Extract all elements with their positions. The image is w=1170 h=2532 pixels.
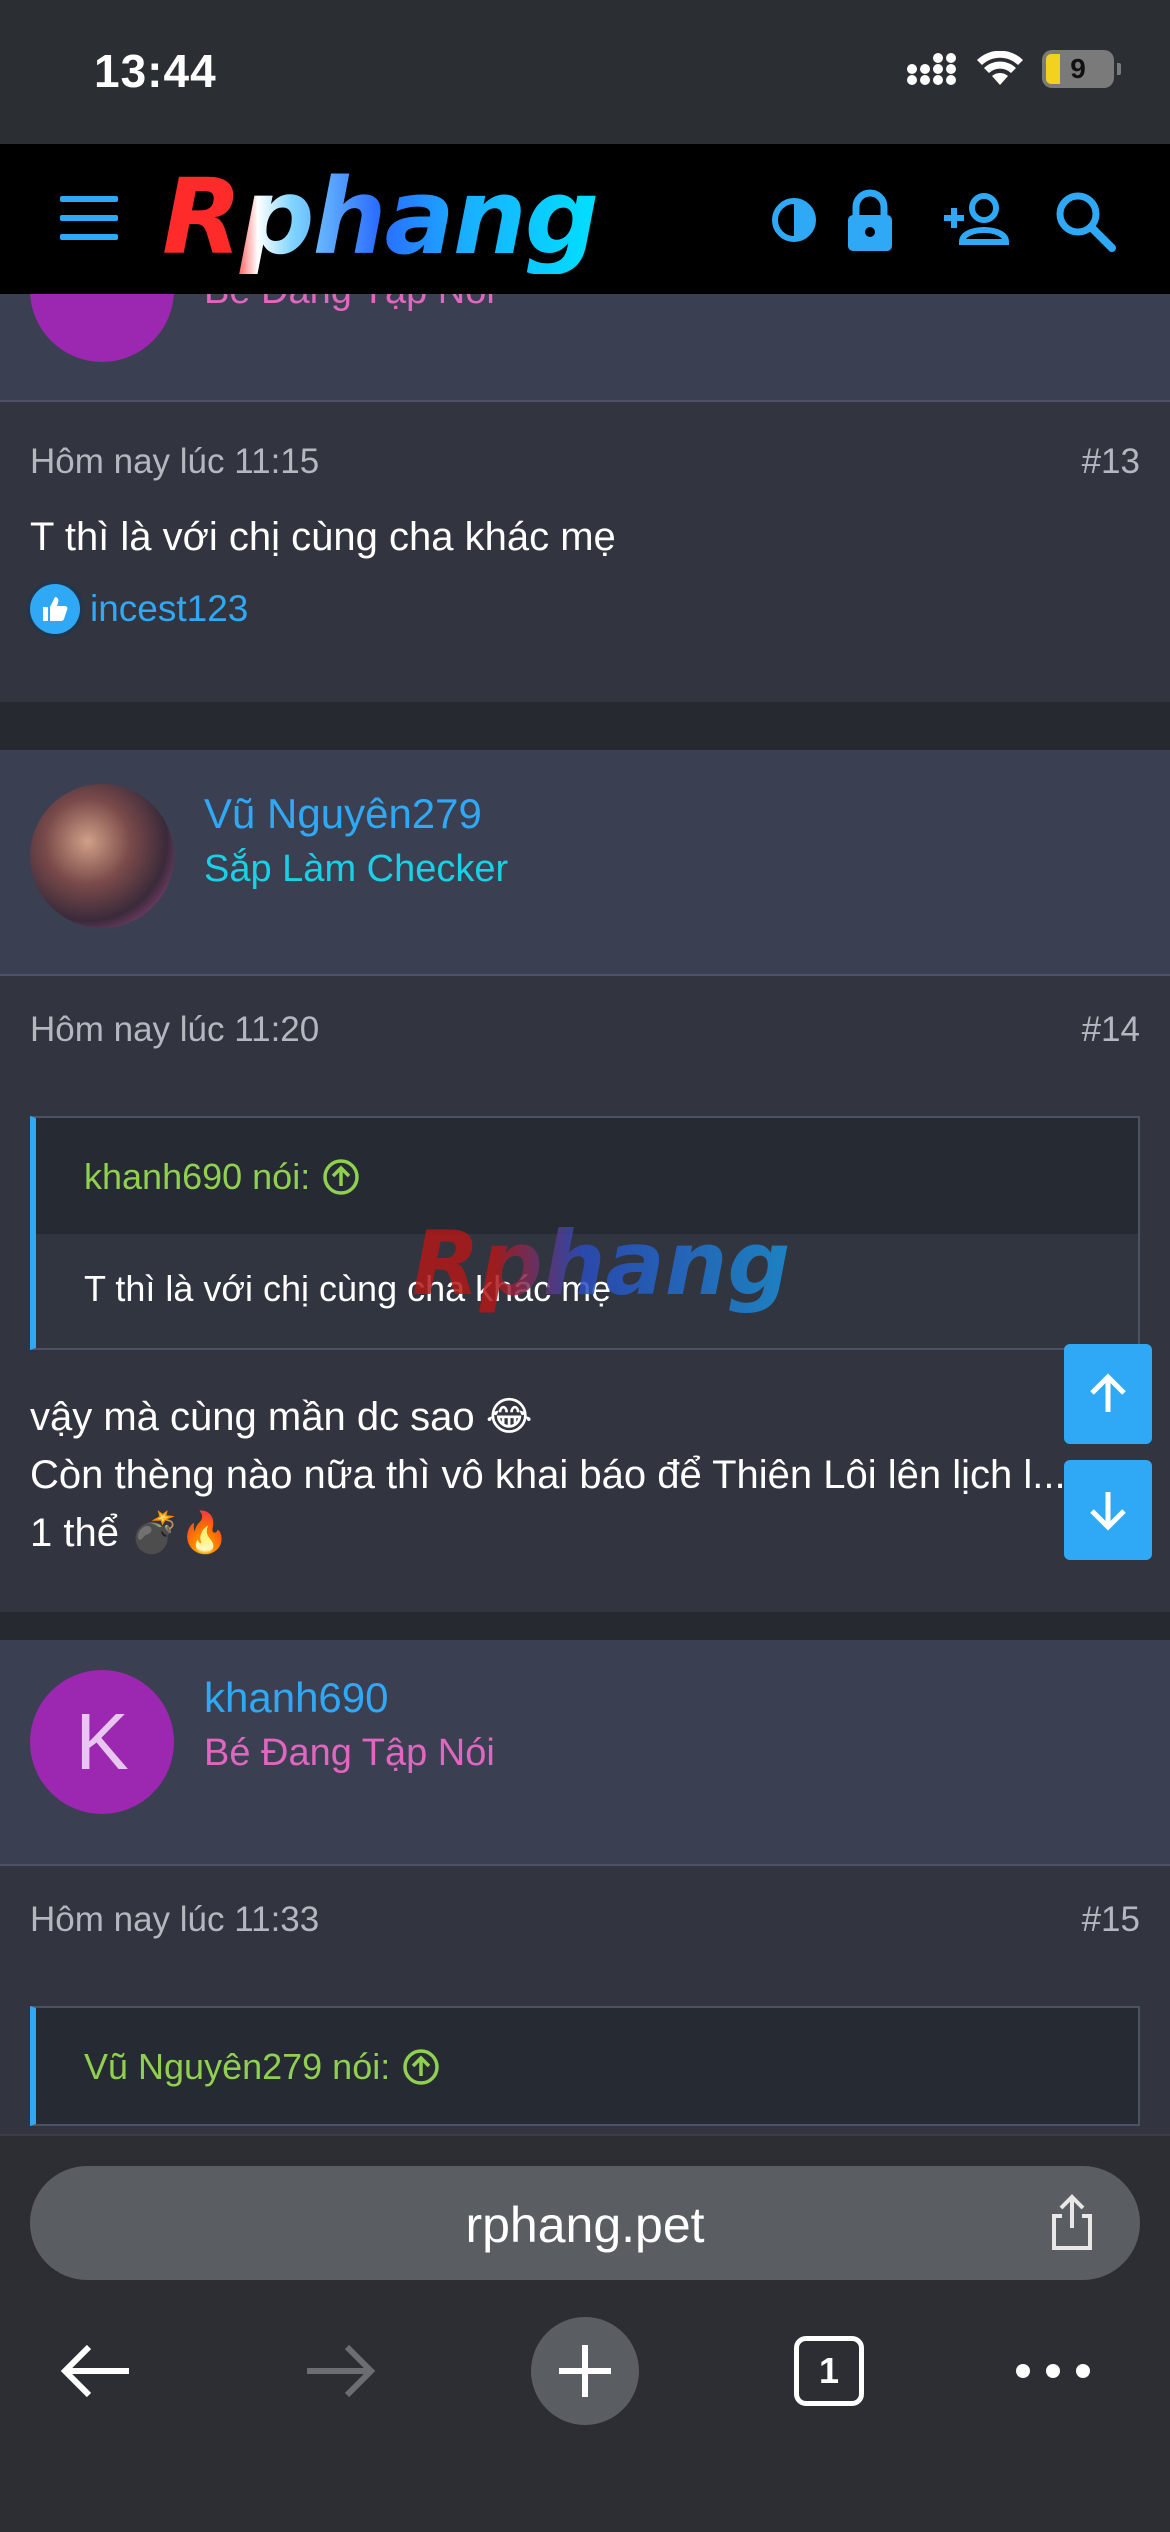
arrow-left-icon xyxy=(60,2344,129,2398)
plus-icon xyxy=(531,2317,639,2425)
tabs-button[interactable]: 1 xyxy=(774,2316,884,2426)
post-message-line: Còn thèng nào nữa thì vô khai báo để Thi… xyxy=(30,1453,1066,1497)
post-number[interactable]: #14 xyxy=(1082,1010,1140,1050)
jump-up-icon[interactable] xyxy=(322,1158,360,1196)
arrow-right-icon xyxy=(307,2344,376,2398)
username-link[interactable]: khanh690 xyxy=(204,1674,389,1722)
quote-block: Vũ Nguyên279 nói: xyxy=(30,2006,1140,2126)
arrow-down-icon xyxy=(1090,1492,1126,1531)
post-separator xyxy=(0,702,1170,750)
arrow-up-icon xyxy=(1090,1373,1126,1412)
scroll-bottom-button[interactable] xyxy=(1064,1460,1152,1560)
menu-icon[interactable] xyxy=(60,196,118,240)
site-logo[interactable]: Rphang xyxy=(162,160,599,275)
status-bar: 13:44 9 xyxy=(0,0,1170,144)
username-link[interactable]: Vũ Nguyên279 xyxy=(204,790,482,838)
share-icon[interactable] xyxy=(1042,2192,1102,2252)
more-menu-button[interactable] xyxy=(998,2316,1108,2426)
address-bar[interactable]: rphang.pet xyxy=(30,2166,1140,2280)
user-title: Bé Đang Tập Nói xyxy=(204,1732,495,1774)
like-icon xyxy=(30,584,80,634)
post-date[interactable]: Hôm nay lúc 11:33 xyxy=(30,1900,319,1940)
theme-toggle-icon[interactable] xyxy=(758,184,830,256)
register-icon[interactable] xyxy=(940,184,1012,256)
avatar[interactable] xyxy=(30,784,174,928)
post-user-block: Vũ Nguyên279 Sắp Làm Checker xyxy=(0,750,1170,976)
reaction-user-link[interactable]: incest123 xyxy=(90,588,248,630)
url-text[interactable]: rphang.pet xyxy=(30,2196,1140,2254)
post-number[interactable]: #13 xyxy=(1082,442,1140,482)
post-user-block: K khanh690 Bé Đang Tập Nói xyxy=(0,1640,1170,1866)
tab-count: 1 xyxy=(818,2350,840,2391)
status-time: 13:44 xyxy=(94,45,217,97)
back-button[interactable] xyxy=(40,2316,150,2426)
battery-level: 9 xyxy=(1070,53,1086,84)
lock-icon[interactable] xyxy=(834,184,906,256)
quote-author-link[interactable]: khanh690 nói: xyxy=(84,1156,360,1198)
jump-up-icon[interactable] xyxy=(402,2048,440,2086)
more-icon xyxy=(1016,2364,1090,2378)
site-header: Rphang xyxy=(0,144,1170,294)
quote-author-text: Vũ Nguyên279 nói: xyxy=(84,2046,391,2087)
battery-icon: 9 xyxy=(1042,50,1121,88)
reaction-bar[interactable]: incest123 xyxy=(30,584,248,634)
post-body: Hôm nay lúc 11:15 #13 T thì là với chị c… xyxy=(0,402,1170,702)
quote-header: Vũ Nguyên279 nói: xyxy=(36,2008,1138,2124)
user-title: Sắp Làm Checker xyxy=(204,848,509,890)
quote-author-text: khanh690 nói: xyxy=(84,1156,311,1197)
post-message: T thì là với chị cùng cha khác mẹ xyxy=(30,515,616,559)
watermark-logo: Rphang xyxy=(412,1212,791,1315)
tabs-icon: 1 xyxy=(794,2336,864,2406)
avatar[interactable]: K xyxy=(30,1670,174,1814)
cellular-signal-icon xyxy=(907,53,956,85)
post-user-block: Bé Đang Tập Nói xyxy=(0,218,1170,402)
wifi-icon xyxy=(977,51,1023,85)
post-number[interactable]: #15 xyxy=(1082,1900,1140,1940)
new-tab-button[interactable] xyxy=(530,2316,640,2426)
status-icons: 9 xyxy=(906,50,1121,88)
post-message-line: 1 thể 💣🔥 xyxy=(30,1511,230,1555)
post-message-line: vậy mà cùng mần dc sao 😂 xyxy=(30,1395,533,1439)
quote-author-link[interactable]: Vũ Nguyên279 nói: xyxy=(84,2046,440,2088)
search-icon[interactable] xyxy=(1048,184,1120,256)
post-date[interactable]: Hôm nay lúc 11:15 xyxy=(30,442,319,482)
post-separator xyxy=(0,1612,1170,1640)
post-date[interactable]: Hôm nay lúc 11:20 xyxy=(30,1010,319,1050)
forward-button[interactable] xyxy=(286,2316,396,2426)
browser-toolbar: rphang.pet 1 xyxy=(0,2134,1170,2532)
scroll-top-button[interactable] xyxy=(1064,1344,1152,1444)
post-message: vậy mà cùng mần dc sao 😂 Còn thèng nào n… xyxy=(30,1388,1066,1562)
